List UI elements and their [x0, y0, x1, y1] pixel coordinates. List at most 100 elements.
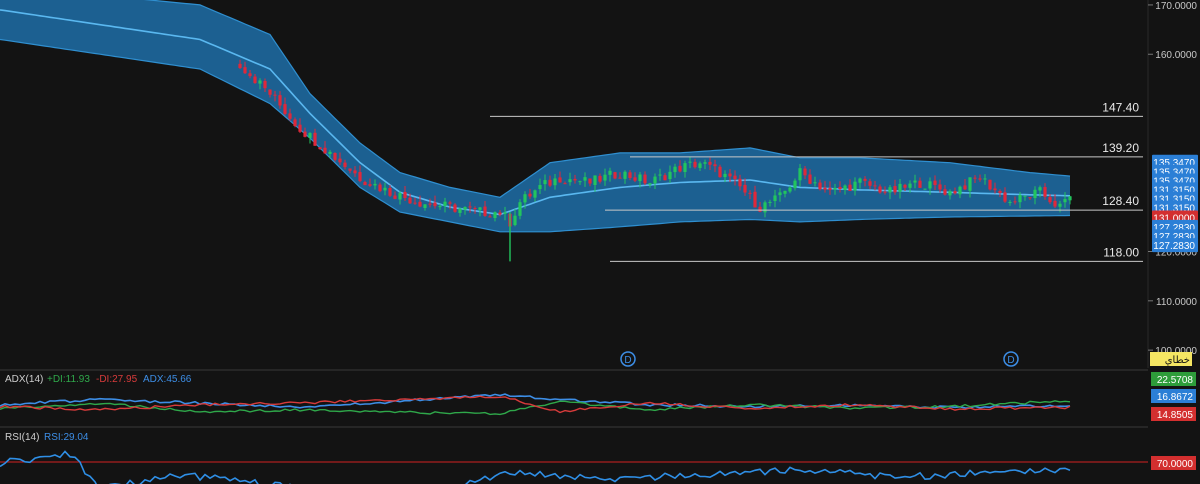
svg-text:14.8505: 14.8505 [1157, 410, 1194, 421]
candle-up [518, 202, 522, 216]
candle-down [838, 187, 842, 189]
candle-down [408, 197, 412, 204]
adx-value: ADX:45.66 [143, 374, 192, 385]
candle-down [413, 202, 417, 204]
candle-up [853, 181, 857, 191]
candle-up [443, 201, 447, 206]
candle-up [928, 181, 932, 189]
candle-down [338, 158, 342, 163]
candle-up [623, 171, 627, 179]
candle-down [528, 193, 532, 197]
candle-down [573, 178, 577, 181]
candle-down [498, 212, 502, 215]
candle-down [293, 119, 297, 126]
candle-up [608, 170, 612, 175]
candle-up [308, 133, 312, 138]
candle-down [963, 185, 967, 190]
price-badge-label: 127.2830 [1153, 241, 1195, 252]
candle-up [983, 178, 987, 180]
candle-up [668, 171, 672, 180]
candle-down [973, 177, 977, 179]
price-tick-label: 110.0000 [1156, 297, 1197, 308]
candle-up [373, 183, 377, 186]
svg-text:22.5708: 22.5708 [1157, 375, 1194, 386]
candle-down [953, 191, 957, 194]
candle-up [423, 204, 427, 208]
candle-down [318, 147, 322, 150]
candle-up [843, 185, 847, 191]
candle-up [698, 163, 702, 168]
yellow-tag[interactable]: خطاي [1150, 352, 1192, 366]
price-tick-label: 170.0000 [1155, 1, 1197, 12]
candle-up [653, 176, 657, 184]
candle-down [873, 185, 877, 187]
candle-up [798, 168, 802, 181]
candle-down [378, 184, 382, 192]
yellow-tag-label: خطاي [1165, 355, 1190, 366]
candle-down [598, 175, 602, 182]
candle-down [388, 188, 392, 196]
candle-up [968, 177, 972, 191]
price-badges: 135.3470135.3470135.3470131.3150131.3150… [1152, 154, 1198, 253]
candle-down [1028, 197, 1032, 199]
candle-down [718, 166, 722, 178]
candle-down [353, 170, 357, 174]
candle-down [988, 179, 992, 190]
candle-down [978, 178, 982, 180]
candle-up [723, 173, 727, 178]
level-label-118: 118.00 [1103, 245, 1139, 259]
candle-up [908, 183, 912, 188]
candle-down [448, 202, 452, 204]
candle-up [543, 180, 547, 185]
candle-up [958, 186, 962, 195]
candle-up [673, 166, 677, 173]
adx-badge-plus-di: 22.5708 [1151, 372, 1196, 386]
candle-down [713, 164, 717, 167]
candle-up [493, 212, 497, 219]
svg-text:16.8672: 16.8672 [1157, 392, 1194, 403]
candle-up [793, 180, 797, 189]
adx-panel-title: ADX(14) [5, 374, 43, 385]
candle-up [658, 174, 662, 176]
minus-di-value: -DI:27.95 [96, 374, 138, 385]
candle-down [848, 184, 852, 191]
candle-down [893, 186, 897, 193]
candle-up [1018, 194, 1022, 203]
candle-down [863, 178, 867, 181]
candle-down [453, 204, 457, 212]
candle-down [433, 202, 437, 207]
candle-down [633, 177, 637, 181]
event-marker-label: D [1007, 355, 1014, 366]
candle-down [618, 177, 622, 179]
candle-down [558, 177, 562, 183]
candle-up [768, 201, 772, 203]
candle-down [903, 184, 907, 188]
candle-up [833, 188, 837, 190]
candle-down [998, 190, 1002, 194]
chart-canvas[interactable]: 147.40 139.20 128.40 118.00 D D 170.0000… [0, 0, 1200, 484]
candle-down [1048, 197, 1052, 203]
candle-up [553, 178, 557, 186]
candle-up [1068, 196, 1072, 201]
candle-down [278, 95, 282, 106]
candle-up [593, 175, 597, 185]
candle-down [663, 175, 667, 181]
candle-down [678, 165, 682, 172]
candle-up [1008, 201, 1012, 203]
plus-di-value: +DI:11.93 [47, 374, 90, 385]
candle-up [888, 187, 892, 193]
candle-down [348, 168, 352, 171]
candle-down [758, 206, 762, 212]
adx-badge-minus-di: 14.8505 [1151, 407, 1196, 421]
candle-down [323, 147, 327, 154]
candle-down [358, 172, 362, 182]
candle-up [638, 174, 642, 182]
candle-up [858, 178, 862, 183]
candle-down [238, 63, 242, 68]
candle-up [1038, 187, 1042, 191]
candle-up [923, 188, 927, 190]
candle-up [763, 202, 767, 213]
candle-down [468, 206, 472, 208]
candle-down [268, 89, 272, 95]
candle-down [548, 179, 552, 186]
